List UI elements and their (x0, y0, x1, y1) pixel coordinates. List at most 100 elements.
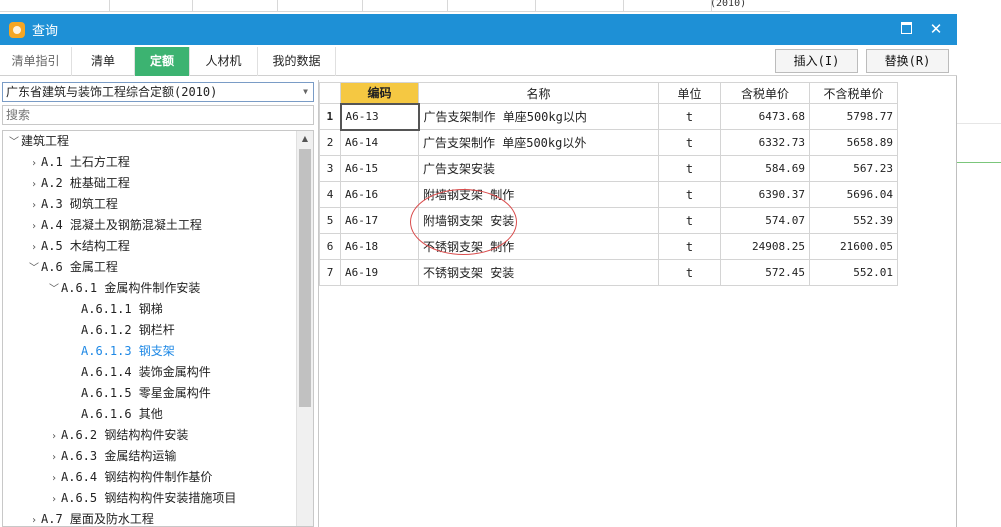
code-cell[interactable]: A6-14 (340, 129, 419, 156)
tree-node[interactable]: › A.6.2 钢结构构件安装 (3, 425, 188, 446)
code-cell[interactable]: A6-17 (340, 207, 419, 234)
header-name[interactable]: 名称 (418, 82, 659, 104)
unit-cell[interactable]: t (658, 207, 721, 234)
name-cell[interactable]: 广告支架制作 单座500kg以外 (418, 129, 659, 156)
chevron-down-icon[interactable]: ﹀ (47, 279, 61, 300)
unit-cell[interactable]: t (658, 259, 721, 286)
chevron-down-icon[interactable]: ﹀ (27, 258, 41, 279)
table-row[interactable]: 1 A6-13 广告支架制作 单座500kg以内 t 6473.68 5798.77 (319, 102, 898, 131)
name-cell[interactable]: 广告支架制作 单座500kg以内 (418, 103, 659, 130)
header-code[interactable]: 编码 (340, 82, 419, 104)
tree-node[interactable]: › A.6.5 钢结构构件安装措施项目 (3, 488, 236, 509)
left-pane: 广东省建筑与装饰工程综合定额(2010) ▼ ﹀建筑工程›A.1 土石方工程›A… (0, 80, 316, 527)
tree-node[interactable]: › A.4 混凝土及钢筋混凝土工程 (3, 215, 202, 236)
maximize-icon[interactable] (897, 20, 915, 38)
code-cell[interactable]: A6-15 (340, 155, 419, 182)
chevron-right-icon[interactable]: › (27, 510, 41, 526)
tree-node[interactable]: A.6.1.6 其他 (3, 404, 163, 425)
notax-price-cell[interactable]: 567.23 (809, 155, 898, 182)
unit-cell[interactable]: t (658, 181, 721, 208)
table-row[interactable]: 3 A6-15 广告支架安装 t 584.69 567.23 (319, 155, 898, 182)
tax-price-cell[interactable]: 572.45 (720, 259, 810, 286)
close-icon[interactable]: ✕ (927, 20, 945, 38)
chevron-right-icon[interactable]: › (27, 237, 41, 258)
chevron-right-icon[interactable]: › (47, 489, 61, 510)
title-bar[interactable]: 查询 ✕ (0, 14, 957, 45)
table-row[interactable]: 4 A6-16 附墙钢支架 制作 t 6390.37 5696.04 (319, 181, 898, 208)
notax-price-cell[interactable]: 552.39 (809, 207, 898, 234)
tree-node[interactable]: A.6.1.1 钢梯 (3, 299, 163, 320)
chevron-right-icon[interactable]: › (27, 195, 41, 216)
chevron-right-icon[interactable]: › (47, 468, 61, 489)
chevron-right-icon[interactable]: › (27, 216, 41, 237)
header-row-number (319, 82, 341, 104)
tab-bill-guide[interactable]: 清单指引 (0, 47, 72, 76)
chevron-right-icon[interactable]: › (27, 153, 41, 174)
insert-button[interactable]: 插入(I) (775, 49, 858, 73)
notax-price-cell[interactable]: 5798.77 (809, 103, 898, 130)
tab-labor-material-machine[interactable]: 人材机 (190, 47, 258, 76)
chevron-down-icon[interactable]: ▼ (303, 83, 308, 101)
tree-node[interactable]: ﹀ 建筑工程 (3, 131, 69, 152)
tab-quota[interactable]: 定额 (135, 47, 190, 76)
tax-price-cell[interactable]: 6473.68 (720, 103, 810, 130)
name-cell[interactable]: 广告支架安装 (418, 155, 659, 182)
tree-node-label: A.6.1.3 钢支架 (81, 344, 175, 358)
code-cell[interactable]: A6-13 (339, 102, 420, 131)
tree-scrollbar[interactable]: ▲ (296, 131, 313, 526)
scroll-up-icon[interactable]: ▲ (297, 131, 313, 147)
tree-node[interactable]: A.6.1.4 装饰金属构件 (3, 362, 211, 383)
tree-node[interactable]: A.6.1.3 钢支架 (3, 341, 175, 362)
table-row[interactable]: 6 A6-18 不锈钢支架 制作 t 24908.25 21600.05 (319, 233, 898, 260)
chevron-right-icon[interactable]: › (47, 426, 61, 447)
tree-node[interactable]: › A.3 砌筑工程 (3, 194, 118, 215)
tax-price-cell[interactable]: 584.69 (720, 155, 810, 182)
search-input[interactable] (6, 108, 313, 122)
table-row[interactable]: 5 A6-17 附墙钢支架 安装 t 574.07 552.39 (319, 207, 898, 234)
notax-price-cell[interactable]: 5658.89 (809, 129, 898, 156)
chevron-right-icon[interactable]: › (47, 447, 61, 468)
unit-cell[interactable]: t (658, 103, 721, 130)
search-box[interactable] (2, 105, 314, 125)
tab-bill[interactable]: 清单 (72, 47, 135, 76)
tax-price-cell[interactable]: 6332.73 (720, 129, 810, 156)
tree-node[interactable]: ﹀ A.6.1 金属构件制作安装 (3, 278, 200, 299)
header-tax-price[interactable]: 含税单价 (720, 82, 810, 104)
tax-price-cell[interactable]: 574.07 (720, 207, 810, 234)
unit-cell[interactable]: t (658, 233, 721, 260)
scroll-thumb[interactable] (299, 149, 311, 407)
name-cell[interactable]: 不锈钢支架 安装 (418, 259, 659, 286)
tax-price-cell[interactable]: 6390.37 (720, 181, 810, 208)
tree-node[interactable]: › A.5 木结构工程 (3, 236, 130, 257)
tree-node-label: A.6.3 金属结构运输 (61, 449, 177, 463)
notax-price-cell[interactable]: 552.01 (809, 259, 898, 286)
tab-my-data[interactable]: 我的数据 (258, 47, 336, 76)
unit-cell[interactable]: t (658, 155, 721, 182)
tree-node[interactable]: › A.2 桩基础工程 (3, 173, 130, 194)
chevron-right-icon[interactable]: › (27, 174, 41, 195)
tree-node[interactable]: › A.6.4 钢结构构件制作基价 (3, 467, 212, 488)
tree-node[interactable]: A.6.1.5 零星金属构件 (3, 383, 211, 404)
code-cell[interactable]: A6-16 (340, 181, 419, 208)
notax-price-cell[interactable]: 5696.04 (809, 181, 898, 208)
notax-price-cell[interactable]: 21600.05 (809, 233, 898, 260)
tree-node[interactable]: › A.7 屋面及防水工程 (3, 509, 154, 526)
tree-node[interactable]: A.6.1.2 钢栏杆 (3, 320, 175, 341)
tax-price-cell[interactable]: 24908.25 (720, 233, 810, 260)
background-green-line (957, 162, 1001, 163)
table-row[interactable]: 7 A6-19 不锈钢支架 安装 t 572.45 552.01 (319, 259, 898, 286)
code-cell[interactable]: A6-18 (340, 233, 419, 260)
quota-table: 编码 名称 单位 含税单价 不含税单价 1 A6-13 广告支架制作 单座500kg… (319, 82, 898, 286)
chevron-down-icon[interactable]: ﹀ (7, 132, 21, 153)
header-notax-price[interactable]: 不含税单价 (809, 82, 898, 104)
code-cell[interactable]: A6-19 (340, 259, 419, 286)
tree-node-label: A.6.5 钢结构构件安装措施项目 (61, 491, 237, 505)
unit-cell[interactable]: t (658, 129, 721, 156)
tree-node[interactable]: ﹀ A.6 金属工程 (3, 257, 118, 278)
tree-node[interactable]: › A.1 土石方工程 (3, 152, 130, 173)
table-row[interactable]: 2 A6-14 广告支架制作 单座500kg以外 t 6332.73 5658.89 (319, 129, 898, 156)
quota-library-select[interactable]: 广东省建筑与装饰工程综合定额(2010) ▼ (2, 82, 314, 102)
replace-button[interactable]: 替换(R) (866, 49, 949, 73)
header-unit[interactable]: 单位 (658, 82, 721, 104)
tree-node[interactable]: › A.6.3 金属结构运输 (3, 446, 176, 467)
